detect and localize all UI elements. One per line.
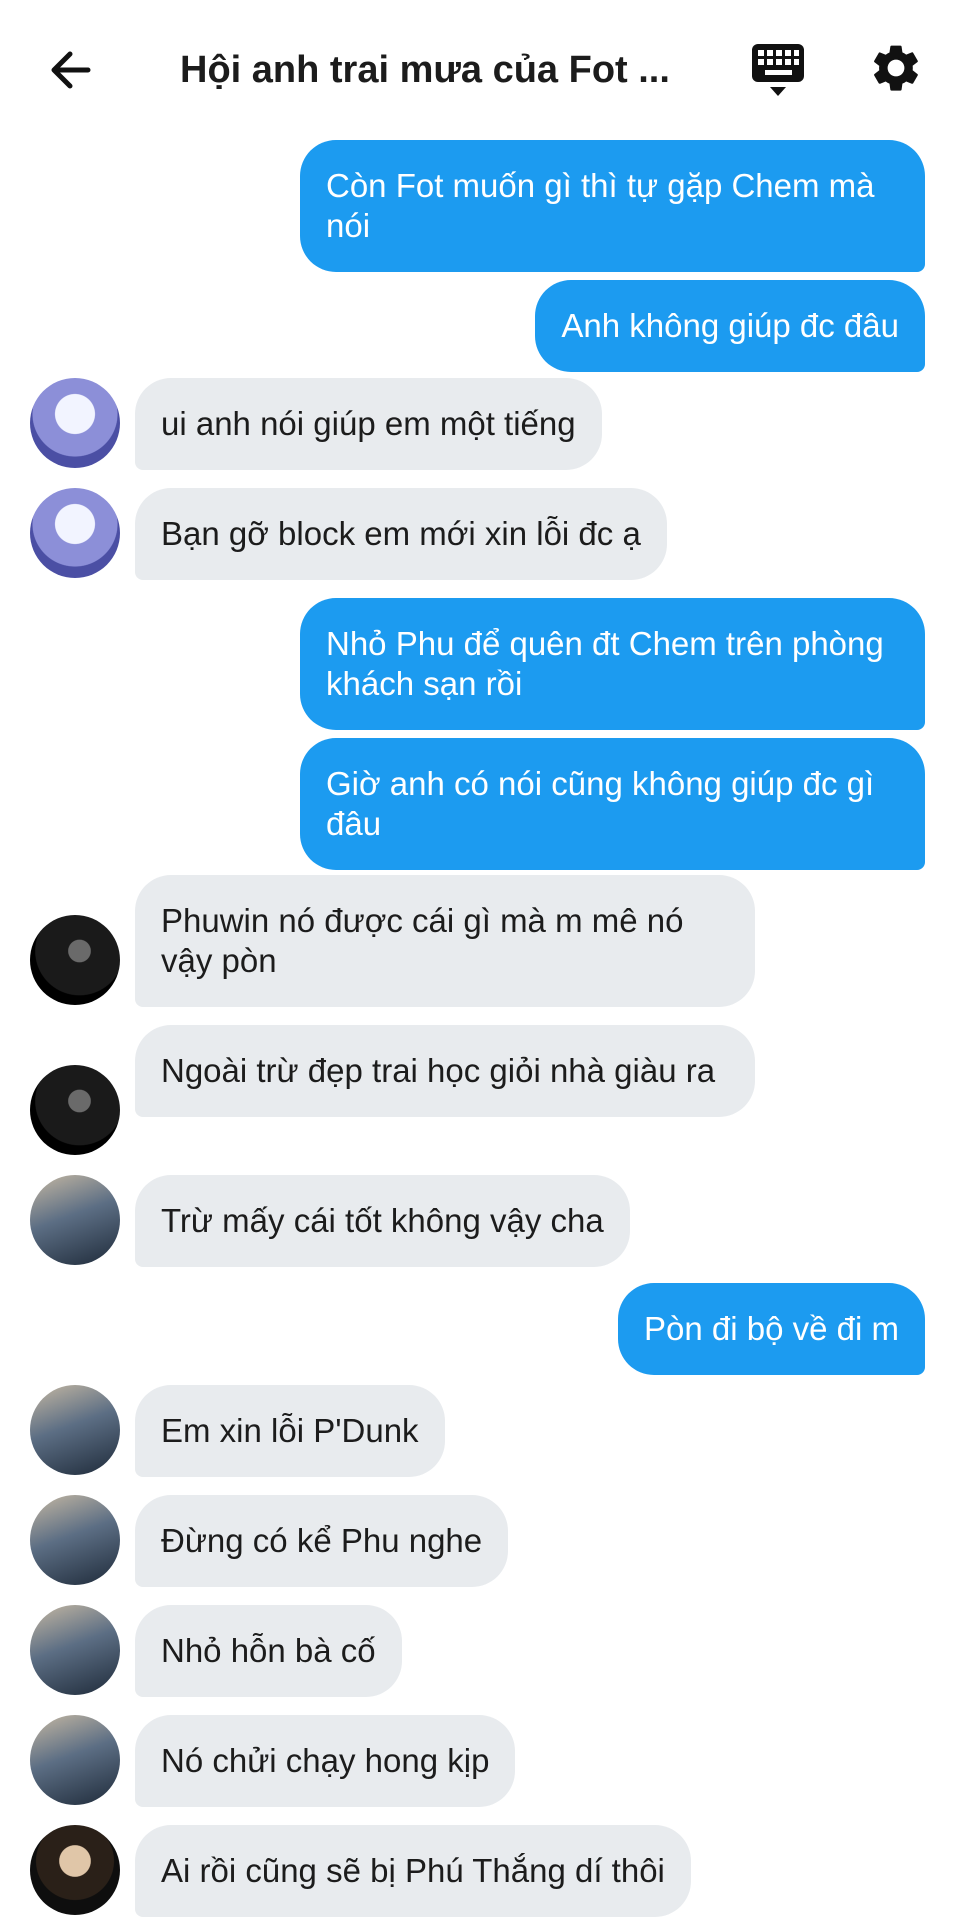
outgoing-message[interactable]: Nhỏ Phu để quên đt Chem trên phòng khách… — [300, 598, 925, 730]
incoming-message[interactable]: Trừ mấy cái tốt không vậy cha — [135, 1175, 630, 1267]
outgoing-message[interactable]: Còn Fot muốn gì thì tự gặp Chem mà nói — [300, 140, 925, 272]
incoming-message[interactable]: Ai rồi cũng sẽ bị Phú Thắng dí thôi — [135, 1825, 691, 1917]
incoming-message[interactable]: Ngoài trừ đẹp trai học giỏi nhà giàu ra — [135, 1025, 755, 1117]
back-button[interactable] — [40, 40, 100, 100]
avatar[interactable] — [30, 1495, 120, 1585]
avatar[interactable] — [30, 378, 120, 468]
incoming-message[interactable]: Đừng có kể Phu nghe — [135, 1495, 509, 1587]
keyboard-button[interactable] — [748, 40, 808, 100]
avatar[interactable] — [30, 1385, 120, 1475]
avatar[interactable] — [30, 1715, 120, 1805]
incoming-message[interactable]: ui anh nói giúp em một tiếng — [135, 378, 602, 470]
incoming-message[interactable]: Em xin lỗi P'Dunk — [135, 1385, 445, 1477]
chat-screen: Hội anh trai mưa của Fot ... Còn Fot muố… — [0, 0, 955, 1920]
outgoing-message[interactable]: Pòn đi bộ về đi m — [618, 1283, 925, 1375]
incoming-message[interactable]: Nó chửi chạy hong kịp — [135, 1715, 516, 1807]
incoming-message[interactable]: Nhỏ hỗn bà cố — [135, 1605, 402, 1697]
avatar[interactable] — [30, 1825, 120, 1915]
incoming-message[interactable]: Bạn gỡ block em mới xin lỗi đc ạ — [135, 488, 667, 580]
message-list[interactable]: Còn Fot muốn gì thì tự gặp Chem mà nói A… — [0, 135, 955, 1920]
outgoing-message[interactable]: Anh không giúp đc đâu — [535, 280, 925, 372]
avatar[interactable] — [30, 915, 120, 1005]
gear-icon — [874, 45, 918, 91]
incoming-message[interactable]: Phuwin nó được cái gì mà m mê nó vậy pòn — [135, 875, 755, 1007]
arrow-left-icon — [51, 51, 91, 89]
chat-header: Hội anh trai mưa của Fot ... — [0, 0, 955, 135]
outgoing-message[interactable]: Giờ anh có nói cũng không giúp đc gì đâu — [300, 738, 925, 870]
keyboard-icon — [752, 44, 804, 96]
avatar[interactable] — [30, 488, 120, 578]
conversation-title: Hội anh trai mưa của Fot ... — [180, 49, 670, 91]
avatar[interactable] — [30, 1175, 120, 1265]
settings-button[interactable] — [868, 40, 928, 100]
avatar[interactable] — [30, 1065, 120, 1155]
avatar[interactable] — [30, 1605, 120, 1695]
